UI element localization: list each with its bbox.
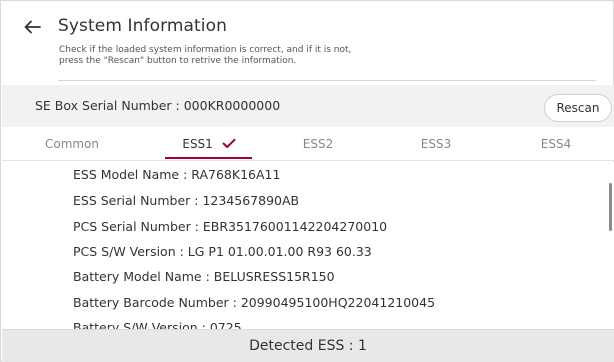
- detail-ess-serial-number: ESS Serial Number : 1234567890AB: [73, 193, 300, 208]
- detail-ess-model-name: ESS Model Name : RA768K16A11: [73, 167, 281, 182]
- tab-label: Common: [44, 137, 100, 151]
- tab-label: ESS2: [302, 137, 334, 151]
- footer: Detected ESS : 1: [2, 329, 614, 362]
- description-line-2: press the "Rescan" button to retrive the…: [59, 56, 297, 66]
- checkmark-icon: [222, 138, 236, 148]
- details-scrollbar[interactable]: [609, 183, 612, 231]
- detail-battery-model-name: Battery Model Name : BELUSRESS15R150: [73, 269, 335, 284]
- back-button[interactable]: [21, 15, 45, 39]
- tab-common[interactable]: Common: [18, 127, 126, 161]
- description-line-1: Check if the loaded system information i…: [59, 45, 352, 55]
- detail-pcs-serial-number: PCS Serial Number : EBR35176001142204270…: [73, 219, 388, 234]
- page-description: Check if the loaded system information i…: [59, 45, 529, 67]
- tab-ess1[interactable]: ESS1: [160, 127, 258, 161]
- detail-battery-barcode-number: Battery Barcode Number : 20990495100HQ22…: [73, 295, 436, 310]
- description-divider: [58, 80, 596, 81]
- ess-details-list: ESS Model Name : RA768K16A11 ESS Serial …: [2, 162, 614, 330]
- system-information-screen: System Information Check if the loaded s…: [0, 0, 614, 362]
- tab-ess3[interactable]: ESS3: [382, 127, 490, 161]
- tab-label: ESS1: [182, 137, 213, 151]
- se-box-serial-number: SE Box Serial Number : 000KR0000000: [35, 98, 281, 113]
- tab-ess2[interactable]: ESS2: [264, 127, 372, 161]
- tab-label: ESS4: [540, 137, 572, 151]
- detected-ess-count: Detected ESS : 1: [249, 338, 367, 354]
- page-title: System Information: [58, 16, 228, 36]
- detail-pcs-sw-version: PCS S/W Version : LG P1 01.00.01.00 R93 …: [73, 244, 372, 259]
- ess-tabs: Common ESS1 ESS2 ESS3 ESS4: [2, 127, 614, 161]
- tab-ess4[interactable]: ESS4: [502, 127, 610, 161]
- header: System Information Check if the loaded s…: [1, 1, 613, 85]
- active-tab-indicator: [165, 157, 252, 159]
- arrow-left-icon: [24, 20, 41, 34]
- tab-label: ESS3: [420, 137, 452, 151]
- rescan-button[interactable]: Rescan: [544, 94, 612, 122]
